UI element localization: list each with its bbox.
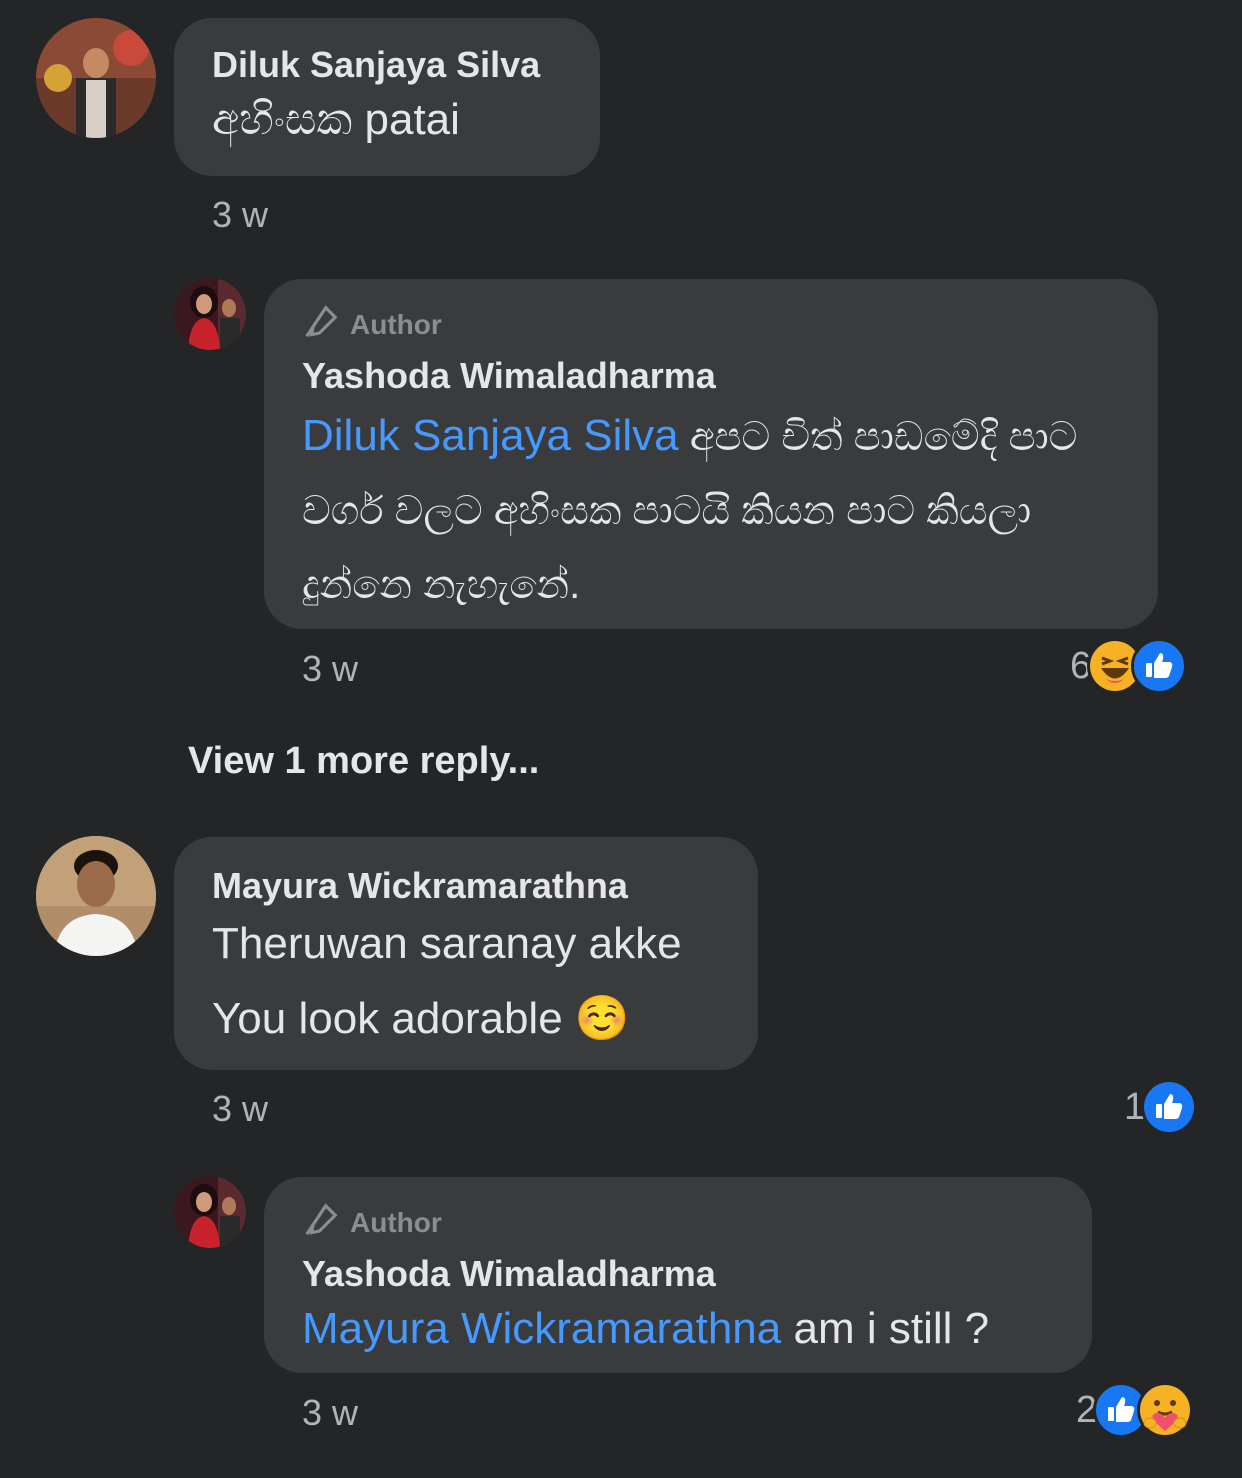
author-badge: Author — [302, 1201, 1054, 1246]
author-badge-label: Author — [350, 1207, 442, 1238]
commenter-name[interactable]: Yashoda Wimaladharma — [302, 1251, 1054, 1297]
comment-text-line: Theruwan saranay akke — [212, 919, 682, 968]
author-badge: Author — [302, 303, 1120, 348]
author-badge-label: Author — [350, 309, 442, 340]
avatar[interactable] — [174, 1176, 246, 1248]
comment-text-line: අපට චිත් පාඩමේදි පාට — [678, 415, 1078, 459]
comment-bubble: Author Yashoda Wimaladharma Diluk Sanjay… — [264, 279, 1158, 629]
comment-bubble: Mayura Wickramarathna Theruwan saranay a… — [174, 837, 758, 1070]
reactions-summary[interactable]: 2 — [1076, 1382, 1194, 1438]
mention-link[interactable]: Diluk Sanjaya Silva — [302, 411, 679, 460]
avatar[interactable] — [174, 278, 246, 350]
reactions-summary[interactable]: 6 — [1070, 638, 1188, 694]
like-icon — [1141, 1079, 1198, 1135]
commenter-name[interactable]: Mayura Wickramarathna — [212, 863, 720, 909]
microphone-icon — [302, 1201, 340, 1246]
comment-timestamp[interactable]: 3 w — [212, 194, 268, 236]
view-more-replies-link[interactable]: View 1 more reply... — [188, 740, 539, 783]
comment-timestamp[interactable]: 3 w — [302, 648, 358, 690]
comment-bubble: Author Yashoda Wimaladharma Mayura Wickr… — [264, 1177, 1092, 1373]
comment-text: Mayura Wickramarathna am i still ? — [302, 1297, 1054, 1361]
commenter-name[interactable]: Yashoda Wimaladharma — [302, 353, 1120, 399]
comment-text: Diluk Sanjaya Silva අපට චිත් පාඩමේදි පාට — [302, 399, 1120, 474]
avatar[interactable] — [36, 836, 156, 956]
comment-text-line: You look adorable ☺️ — [212, 994, 630, 1043]
like-icon — [1131, 638, 1188, 694]
care-icon — [1137, 1382, 1194, 1438]
comment-text-line: am i still ? — [781, 1304, 990, 1353]
comment-text: අහිංසක patai — [212, 95, 460, 144]
comment-text-line: දුන්නෙ නැහැනේ. — [302, 563, 581, 607]
comment-bubble: Diluk Sanjaya Silva අහිංසක patai — [174, 18, 600, 176]
avatar[interactable] — [36, 18, 156, 138]
microphone-icon — [302, 303, 340, 348]
reactions-summary[interactable]: 1 — [1124, 1079, 1198, 1135]
comment-timestamp[interactable]: 3 w — [212, 1088, 268, 1130]
comment-timestamp[interactable]: 3 w — [302, 1392, 358, 1434]
comment-text-line: වර්ග වලට අහිංසක පාටයි කියන පාට කියලා — [302, 489, 1032, 533]
mention-link[interactable]: Mayura Wickramarathna — [302, 1304, 781, 1353]
commenter-name[interactable]: Diluk Sanjaya Silva — [212, 42, 562, 88]
